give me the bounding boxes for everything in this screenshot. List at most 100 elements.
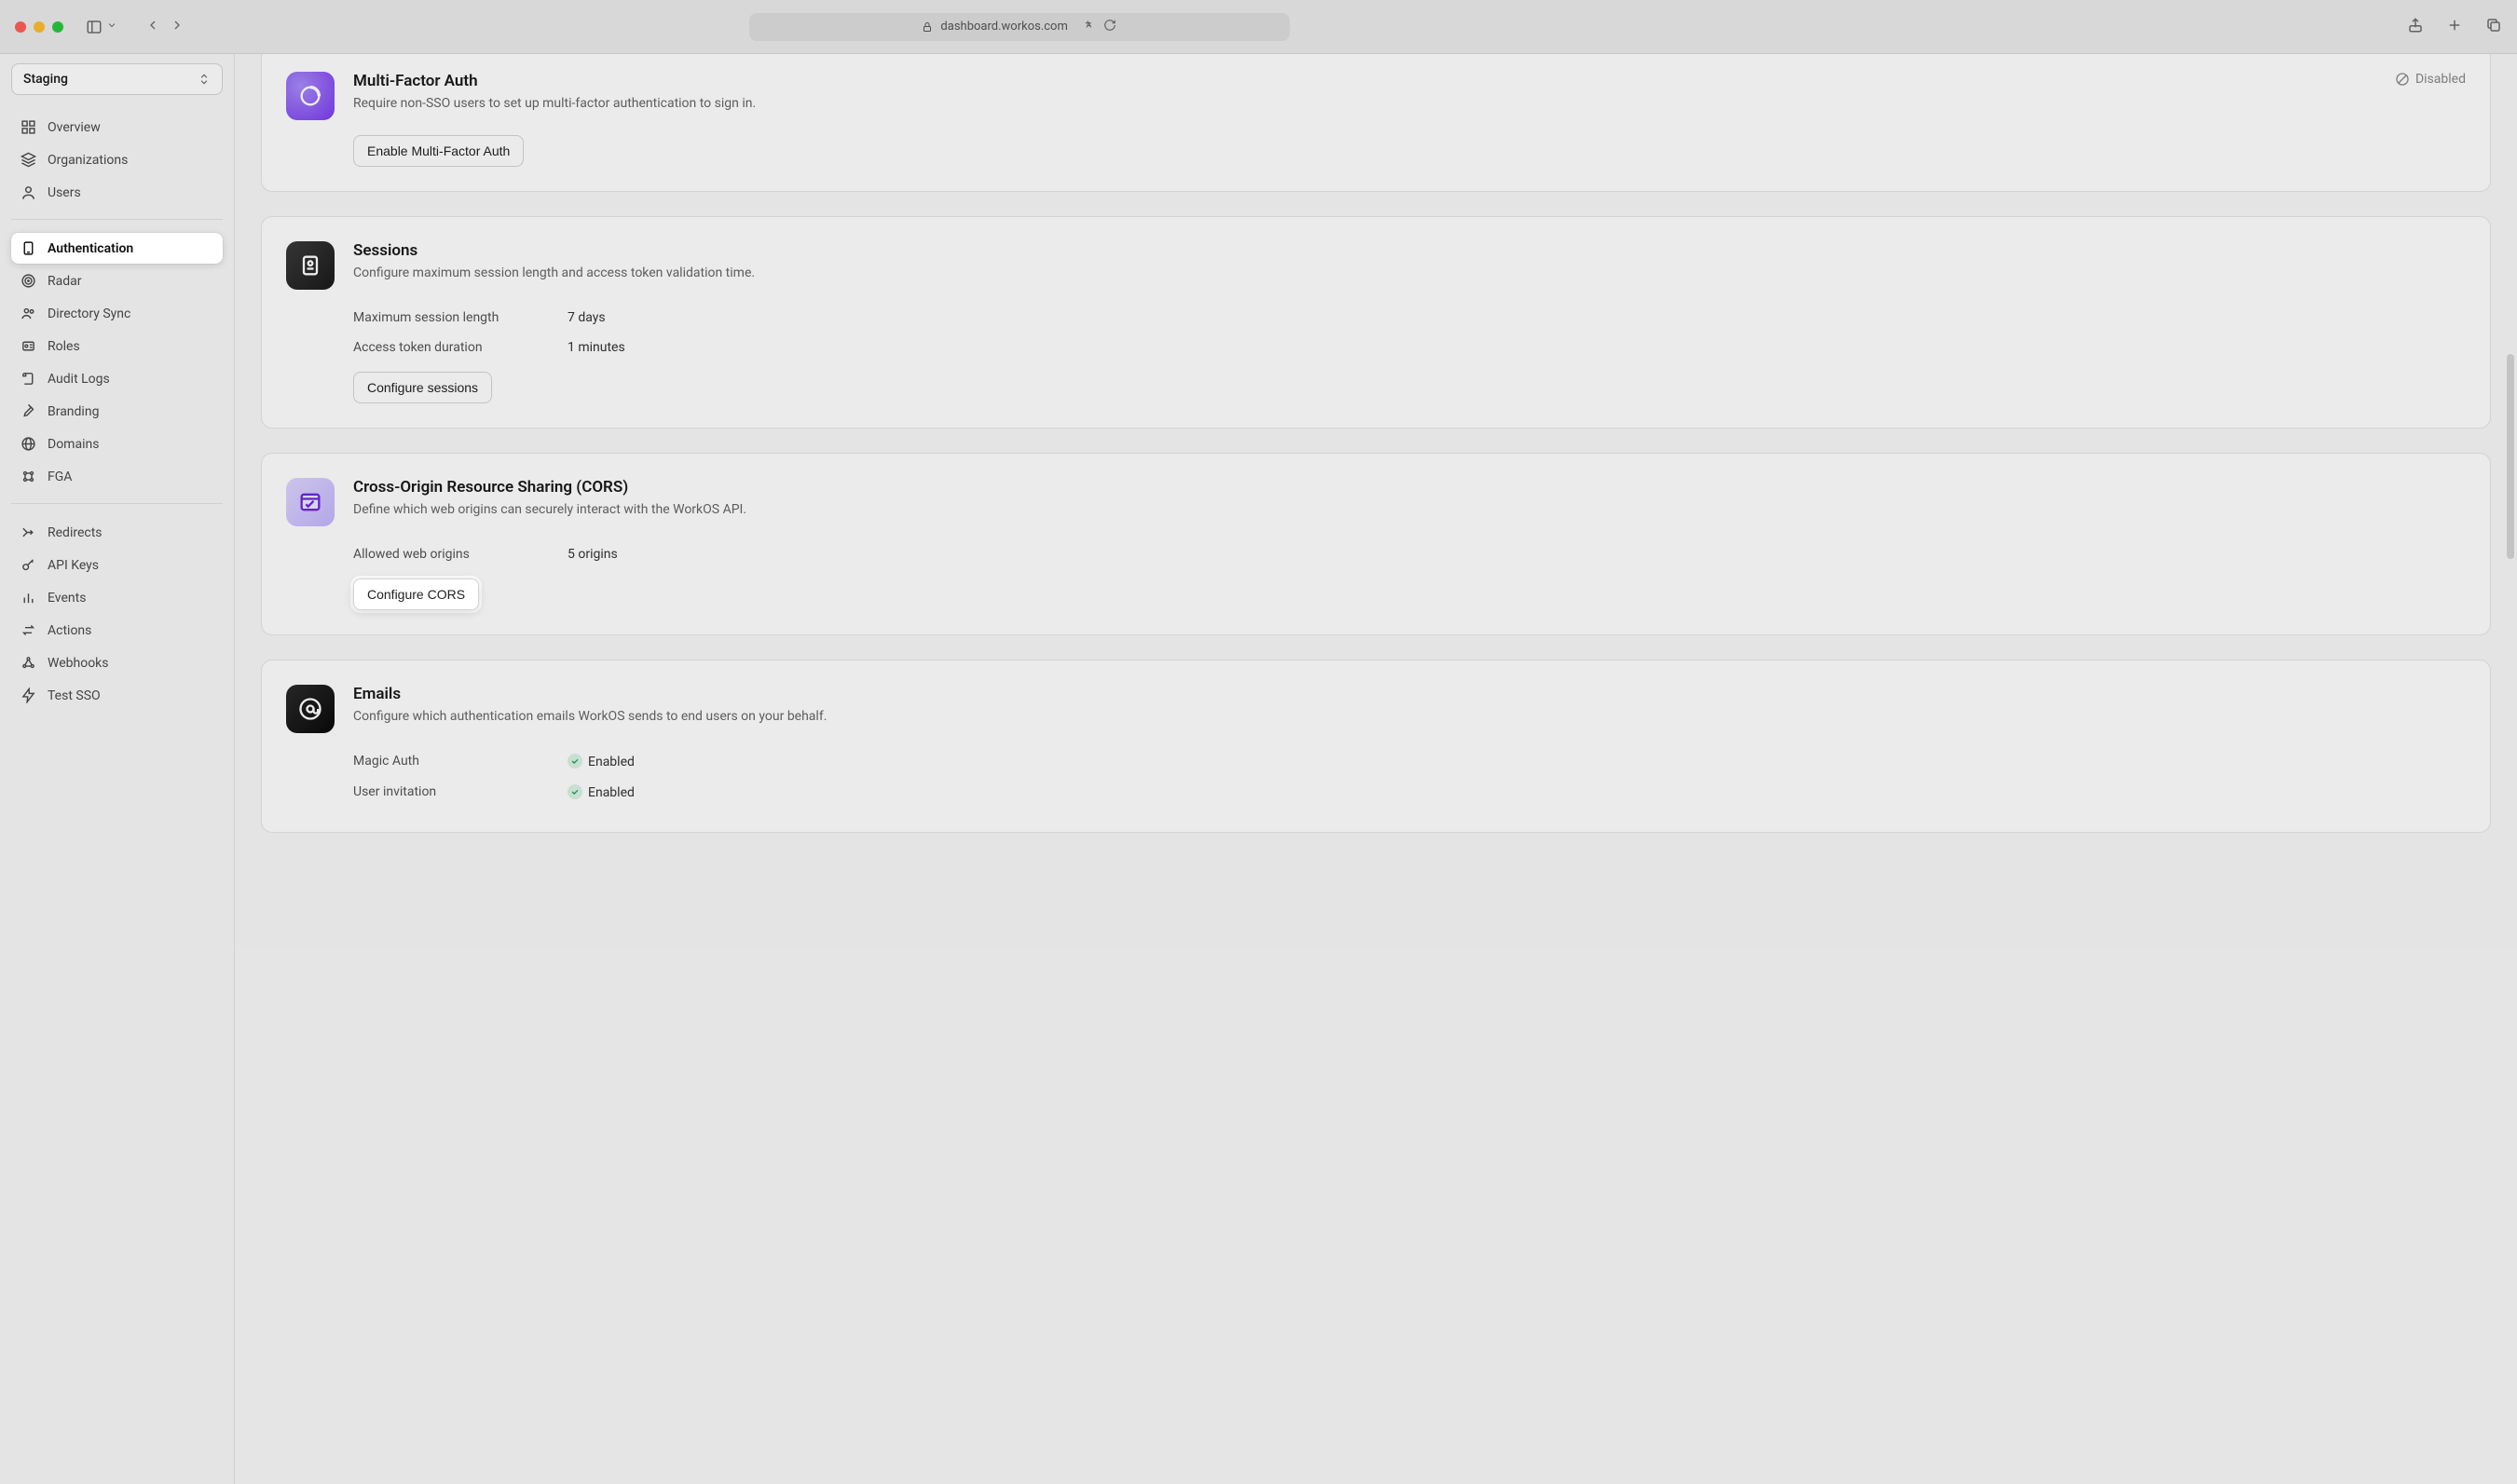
grid-icon — [21, 119, 36, 135]
sidebar-item-label: API Keys — [48, 558, 99, 573]
arrow-split-icon — [21, 524, 36, 540]
card-emails: Emails Configure which authentication em… — [261, 660, 2491, 833]
reload-button[interactable] — [1103, 19, 1116, 35]
disabled-icon — [2395, 72, 2410, 87]
kv-value: 7 days — [568, 310, 606, 325]
environment-label: Staging — [23, 72, 68, 87]
sidebar-item-directory-sync[interactable]: Directory Sync — [11, 298, 223, 329]
kv-row: User invitation Enabled — [353, 777, 2466, 808]
shield-icon — [21, 240, 36, 256]
environment-switcher[interactable]: Staging — [11, 63, 223, 95]
share-button[interactable] — [2407, 17, 2424, 37]
sidebar-item-roles[interactable]: Roles — [11, 331, 223, 361]
mfa-icon — [286, 72, 335, 120]
sidebar-item-label: Test SSO — [48, 688, 101, 703]
emails-icon — [286, 685, 335, 733]
browser-title-bar: dashboard.workos.com — [0, 0, 2517, 54]
card-desc: Configure which authentication emails Wo… — [353, 709, 2466, 724]
copy-icon — [2485, 17, 2502, 34]
kv-row: Access token duration 1 minutes — [353, 333, 2466, 362]
nav-forward-button[interactable] — [170, 18, 185, 36]
stack-icon — [21, 152, 36, 168]
kv-label: Magic Auth — [353, 754, 540, 769]
card-title: Emails — [353, 685, 2466, 703]
scroll-icon — [21, 371, 36, 387]
kv-row: Maximum session length 7 days — [353, 303, 2466, 333]
card-desc: Configure maximum session length and acc… — [353, 265, 2466, 280]
chevron-left-icon — [145, 18, 160, 33]
sidebar-item-label: Users — [48, 185, 81, 200]
sidebar-item-authentication[interactable]: Authentication — [11, 233, 223, 264]
sidebar-item-webhooks[interactable]: Webhooks — [11, 647, 223, 678]
traffic-lights — [15, 21, 63, 33]
sidebar-item-label: Overview — [48, 120, 101, 135]
nav-divider — [11, 219, 223, 220]
card-sessions: Sessions Configure maximum session lengt… — [261, 216, 2491, 429]
kv-row: Allowed web origins 5 origins — [353, 539, 2466, 569]
sidebar-item-overview[interactable]: Overview — [11, 112, 223, 143]
sidebar-item-api-keys[interactable]: API Keys — [11, 550, 223, 580]
card-desc: Define which web origins can securely in… — [353, 502, 2466, 517]
sidebar-item-test-sso[interactable]: Test SSO — [11, 680, 223, 711]
kv-label: Access token duration — [353, 340, 540, 355]
kv-label: Maximum session length — [353, 310, 540, 325]
tabs-overview-button[interactable] — [2485, 17, 2502, 37]
sidebar-item-label: Radar — [48, 274, 82, 289]
share-icon — [2407, 17, 2424, 34]
status-disabled: Disabled — [2395, 72, 2466, 87]
url-text: dashboard.workos.com — [940, 20, 1067, 34]
status-enabled-label: Enabled — [588, 755, 635, 769]
sidebar-item-label: Branding — [48, 404, 99, 419]
sidebar-item-audit-logs[interactable]: Audit Logs — [11, 363, 223, 394]
configure-cors-button[interactable]: Configure CORS — [353, 579, 479, 610]
swap-icon — [21, 622, 36, 638]
window-minimize-button[interactable] — [34, 21, 45, 33]
url-bar[interactable]: dashboard.workos.com — [749, 13, 1290, 41]
card-mfa: Multi-Factor Auth Require non-SSO users … — [261, 54, 2491, 192]
sidebar-item-fga[interactable]: FGA — [11, 461, 223, 492]
zap-icon — [21, 688, 36, 703]
card-title: Sessions — [353, 241, 2466, 260]
sidebar-item-organizations[interactable]: Organizations — [11, 144, 223, 175]
lock-icon — [922, 21, 933, 33]
sidebar-item-label: Webhooks — [48, 656, 109, 671]
nav-back-button[interactable] — [145, 18, 160, 36]
new-tab-button[interactable] — [2446, 17, 2463, 37]
status-enabled-label: Enabled — [588, 785, 635, 800]
sidebar-item-radar[interactable]: Radar — [11, 265, 223, 296]
status-label: Disabled — [2415, 72, 2466, 87]
sidebar-item-users[interactable]: Users — [11, 177, 223, 208]
sidebar-toggle-button[interactable] — [86, 19, 117, 35]
kv-row: Magic Auth Enabled — [353, 746, 2466, 777]
window-close-button[interactable] — [15, 21, 26, 33]
card-title: Cross-Origin Resource Sharing (CORS) — [353, 478, 2466, 497]
globe-icon — [21, 436, 36, 452]
chevron-down-icon — [106, 20, 117, 34]
sidebar-item-events[interactable]: Events — [11, 582, 223, 613]
translate-icon[interactable] — [1083, 19, 1096, 35]
sidebar: Staging Overview Organizations Users — [0, 54, 235, 1484]
sidebar-item-label: Events — [48, 591, 86, 606]
sidebar-item-actions[interactable]: Actions — [11, 615, 223, 646]
kv-value: 5 origins — [568, 547, 618, 562]
kv-value: Enabled — [568, 754, 635, 769]
card-desc: Require non-SSO users to set up multi-fa… — [353, 96, 2376, 111]
main-content: Multi-Factor Auth Require non-SSO users … — [235, 54, 2517, 1484]
chevron-updown-icon — [198, 73, 211, 86]
sidebar-item-domains[interactable]: Domains — [11, 429, 223, 459]
sidebar-panel-icon — [86, 19, 103, 35]
nav-divider — [11, 503, 223, 504]
paint-icon — [21, 403, 36, 419]
user-icon — [21, 184, 36, 200]
sidebar-item-label: Organizations — [48, 153, 128, 168]
check-icon — [568, 784, 582, 799]
enable-mfa-button[interactable]: Enable Multi-Factor Auth — [353, 135, 524, 167]
sidebar-item-redirects[interactable]: Redirects — [11, 517, 223, 548]
scrollbar-thumb[interactable] — [2507, 354, 2514, 559]
sidebar-item-branding[interactable]: Branding — [11, 396, 223, 427]
sidebar-item-label: Domains — [48, 437, 99, 452]
configure-sessions-button[interactable]: Configure sessions — [353, 372, 492, 403]
window-maximize-button[interactable] — [52, 21, 63, 33]
sidebar-item-label: FGA — [48, 470, 72, 484]
kv-label: User invitation — [353, 784, 540, 800]
